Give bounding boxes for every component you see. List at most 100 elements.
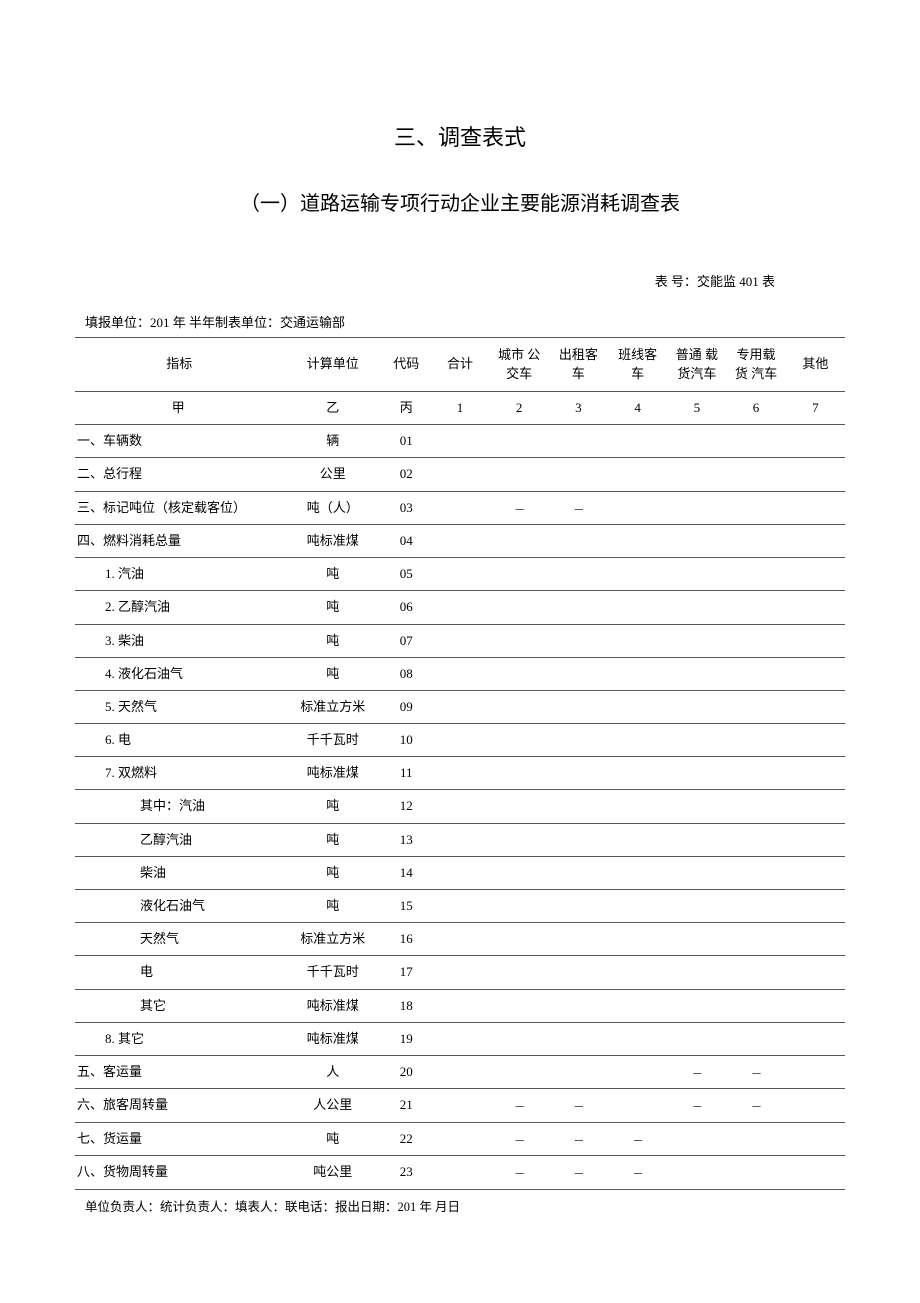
data-cell	[430, 1022, 489, 1055]
row-code: 03	[382, 491, 430, 524]
row-label: 2. 乙醇汽油	[75, 591, 283, 624]
data-cell	[726, 657, 785, 690]
data-cell	[786, 890, 845, 923]
table-row: 乙醇汽油吨13	[75, 823, 845, 856]
data-cell	[430, 624, 489, 657]
data-cell	[430, 1156, 489, 1189]
data-cell	[430, 558, 489, 591]
data-cell	[786, 1055, 845, 1088]
data-cell	[608, 757, 667, 790]
table-row: 液化石油气吨15	[75, 890, 845, 923]
data-cell: ---	[490, 1089, 549, 1122]
table-row: 5. 天然气标准立方米09	[75, 690, 845, 723]
data-cell: ---	[549, 491, 608, 524]
data-cell	[667, 1156, 726, 1189]
row-label: 六、旅客周转量	[75, 1089, 283, 1122]
data-cell	[726, 724, 785, 757]
row-code: 08	[382, 657, 430, 690]
data-cell	[667, 524, 726, 557]
data-cell	[726, 591, 785, 624]
row-unit: 吨	[283, 890, 382, 923]
data-cell	[549, 458, 608, 491]
data-cell	[608, 425, 667, 458]
row-code: 22	[382, 1122, 430, 1155]
col-bus: 城市 公交车	[490, 338, 549, 392]
table-row: 4. 液化石油气吨08	[75, 657, 845, 690]
data-cell	[608, 790, 667, 823]
label-c4: 4	[608, 392, 667, 425]
label-indicator: 甲	[75, 392, 283, 425]
data-cell	[549, 1022, 608, 1055]
label-c2: 2	[490, 392, 549, 425]
data-cell	[726, 524, 785, 557]
data-cell	[430, 989, 489, 1022]
col-special-truck: 专用载货 汽车	[726, 338, 785, 392]
row-code: 21	[382, 1089, 430, 1122]
data-cell	[786, 724, 845, 757]
col-indicator: 指标	[75, 338, 283, 392]
data-cell	[490, 591, 549, 624]
data-cell	[608, 690, 667, 723]
data-cell	[786, 989, 845, 1022]
data-cell	[608, 458, 667, 491]
row-unit: 吨	[283, 558, 382, 591]
table-row: 八、货物周转量吨公里23---------	[75, 1156, 845, 1189]
row-code: 11	[382, 757, 430, 790]
data-cell	[786, 524, 845, 557]
row-unit: 人公里	[283, 1089, 382, 1122]
data-cell	[549, 524, 608, 557]
data-cell	[726, 890, 785, 923]
row-label: 其中：汽油	[75, 790, 283, 823]
table-row: 其它吨标准煤18	[75, 989, 845, 1022]
data-cell	[667, 690, 726, 723]
data-cell	[786, 425, 845, 458]
data-cell	[608, 657, 667, 690]
data-cell	[786, 1022, 845, 1055]
col-taxi: 出租客车	[549, 338, 608, 392]
row-code: 10	[382, 724, 430, 757]
data-cell	[490, 757, 549, 790]
data-cell	[726, 1022, 785, 1055]
row-unit: 吨（人）	[283, 491, 382, 524]
col-unit: 计算单位	[283, 338, 382, 392]
row-label: 五、客运量	[75, 1055, 283, 1088]
data-cell	[726, 989, 785, 1022]
row-code: 09	[382, 690, 430, 723]
data-cell	[667, 657, 726, 690]
data-cell	[549, 989, 608, 1022]
data-cell	[490, 1022, 549, 1055]
data-cell	[667, 956, 726, 989]
row-code: 15	[382, 890, 430, 923]
data-cell	[786, 491, 845, 524]
table-row: 其中：汽油吨12	[75, 790, 845, 823]
row-label: 液化石油气	[75, 890, 283, 923]
table-row: 四、燃料消耗总量吨标准煤04	[75, 524, 845, 557]
data-cell	[490, 524, 549, 557]
data-cell	[786, 856, 845, 889]
data-cell	[608, 1022, 667, 1055]
row-code: 14	[382, 856, 430, 889]
data-cell	[430, 1122, 489, 1155]
data-cell	[667, 558, 726, 591]
data-cell	[667, 757, 726, 790]
data-cell	[608, 923, 667, 956]
data-cell	[667, 790, 726, 823]
row-label: 二、总行程	[75, 458, 283, 491]
data-cell	[490, 690, 549, 723]
row-label: 八、货物周转量	[75, 1156, 283, 1189]
data-cell	[430, 491, 489, 524]
data-cell: ---	[726, 1055, 785, 1088]
data-cell: ---	[608, 1156, 667, 1189]
row-unit: 吨标准煤	[283, 757, 382, 790]
table-row: 7. 双燃料吨标准煤11	[75, 757, 845, 790]
data-cell	[667, 823, 726, 856]
data-cell	[726, 790, 785, 823]
row-code: 16	[382, 923, 430, 956]
data-cell	[608, 989, 667, 1022]
row-unit: 吨	[283, 624, 382, 657]
label-code: 丙	[382, 392, 430, 425]
table-row: 柴油吨14	[75, 856, 845, 889]
data-cell	[549, 956, 608, 989]
data-cell	[786, 558, 845, 591]
data-cell	[549, 724, 608, 757]
